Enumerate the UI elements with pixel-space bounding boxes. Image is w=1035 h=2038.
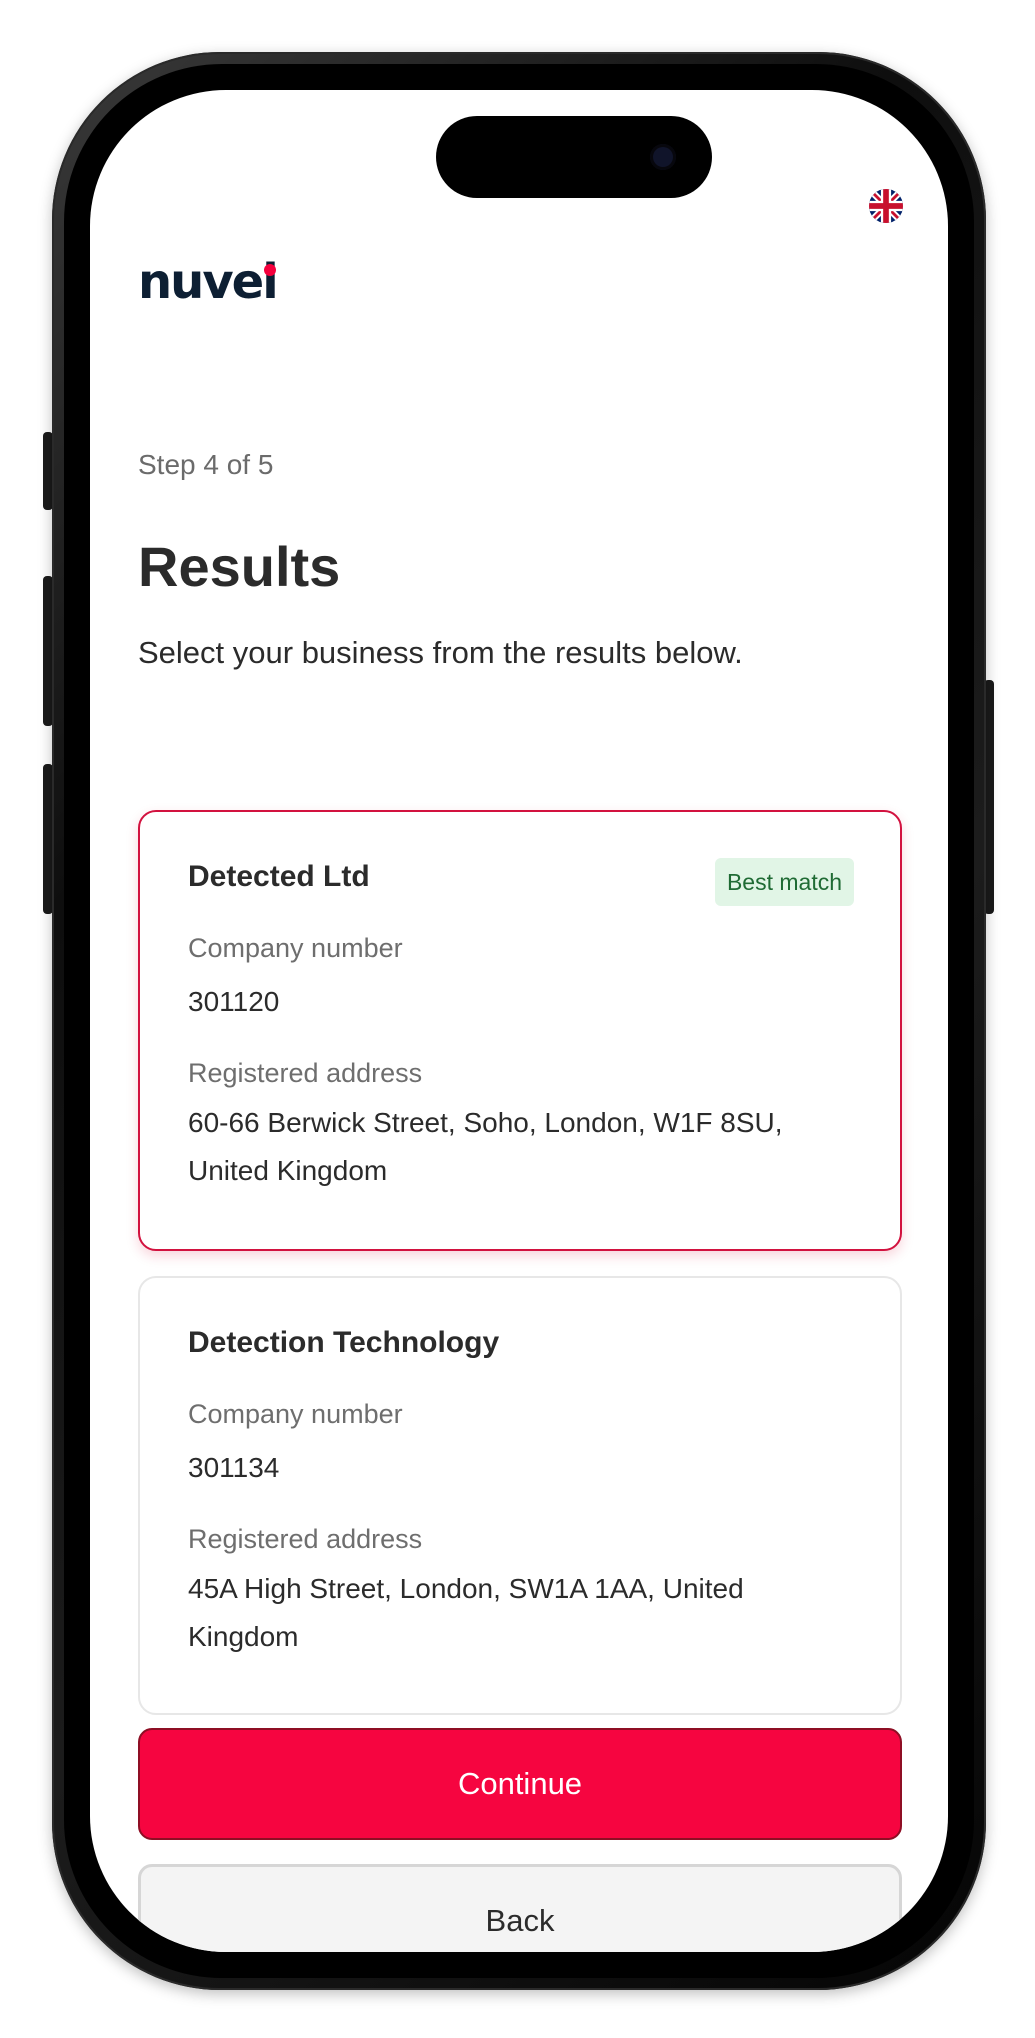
registered-address-value: 45A High Street, London, SW1A 1AA, Unite… [188,1573,744,1652]
company-number-value: 301134 [188,1452,280,1483]
back-button[interactable]: Back [138,1864,902,1952]
result-card-detection-technology[interactable]: Detection Technology Company number 3011… [138,1276,902,1715]
company-name: Detection Technology [188,1326,500,1359]
result-card-detected-ltd[interactable]: Detected Ltd Best match Company number 3… [138,810,902,1251]
registered-address-value: 60-66 Berwick Street, Soho, London, W1F … [188,1107,783,1186]
uk-flag-icon[interactable] [869,189,903,223]
best-match-badge: Best match [714,858,854,906]
continue-button[interactable]: Continue [138,1728,902,1840]
camera-icon [650,144,676,170]
uk-flag-graphic [869,189,903,223]
dynamic-island [436,116,712,198]
page-title: Results [138,535,341,598]
registered-address-label: Registered address [188,1524,423,1554]
company-number-label: Company number [188,933,403,963]
company-name: Detected Ltd [188,860,370,893]
step-indicator: Step 4 of 5 [138,449,274,480]
phone-screen: nuvei Step 4 of 5 Results Select your bu… [90,90,948,1952]
company-number-label: Company number [188,1399,403,1429]
nuvei-logo: nuvei [138,258,279,306]
page-subtitle: Select your business from the results be… [138,635,743,670]
registered-address-label: Registered address [188,1058,423,1088]
logo-dot [264,264,276,276]
company-number-value: 301120 [188,986,280,1017]
phone-frame: nuvei Step 4 of 5 Results Select your bu… [52,52,986,1990]
logo-text: nuvei [138,254,279,310]
